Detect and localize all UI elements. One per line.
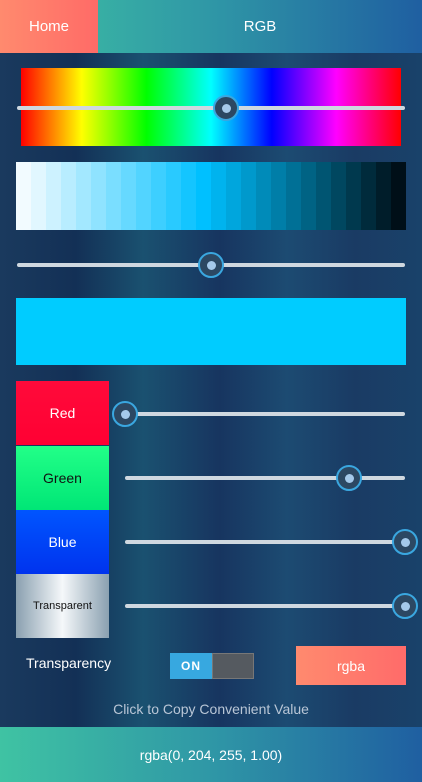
red-channel-label: Red [16, 381, 109, 445]
shade-swatch[interactable] [226, 162, 241, 230]
alpha-slider-thumb[interactable] [392, 593, 418, 619]
shade-slider-thumb[interactable] [198, 252, 224, 278]
shade-swatch[interactable] [46, 162, 61, 230]
hue-slider-thumb[interactable] [213, 95, 240, 121]
color-preview [16, 298, 406, 365]
shade-swatch[interactable] [76, 162, 91, 230]
shade-swatch[interactable] [106, 162, 121, 230]
blue-channel-label: Blue [16, 510, 109, 574]
green-channel-label: Green [16, 446, 109, 510]
shade-swatch[interactable] [31, 162, 46, 230]
shade-swatch[interactable] [241, 162, 256, 230]
home-button[interactable]: Home [0, 0, 98, 53]
shade-swatch[interactable] [316, 162, 331, 230]
shade-swatch[interactable] [361, 162, 376, 230]
blue-slider-track[interactable] [125, 540, 405, 544]
red-slider-thumb[interactable] [112, 401, 138, 427]
shade-swatch[interactable] [391, 162, 406, 230]
shade-palette[interactable] [16, 162, 406, 230]
shade-swatch[interactable] [271, 162, 286, 230]
green-slider-track[interactable] [125, 476, 405, 480]
shade-swatch[interactable] [136, 162, 151, 230]
shade-swatch[interactable] [376, 162, 391, 230]
shade-swatch[interactable] [301, 162, 316, 230]
shade-swatch[interactable] [121, 162, 136, 230]
alpha-slider-track[interactable] [125, 604, 405, 608]
transparent-channel-label: Transparent [16, 574, 109, 638]
hue-slider-track[interactable] [17, 106, 405, 110]
shade-swatch[interactable] [61, 162, 76, 230]
blue-slider-thumb[interactable] [392, 529, 418, 555]
transparency-toggle[interactable]: ON [170, 653, 254, 679]
rgba-format-button[interactable]: rgba [296, 646, 406, 685]
copy-hint: Click to Copy Convenient Value [113, 701, 309, 717]
shade-swatch[interactable] [346, 162, 361, 230]
shade-swatch[interactable] [151, 162, 166, 230]
transparency-label: Transparency [26, 655, 112, 671]
shade-swatch[interactable] [16, 162, 31, 230]
shade-swatch[interactable] [91, 162, 106, 230]
shade-swatch[interactable] [166, 162, 181, 230]
shade-swatch[interactable] [196, 162, 211, 230]
page-title: RGB [243, 18, 277, 35]
shade-swatch[interactable] [181, 162, 196, 230]
color-value-bar[interactable]: rgba(0, 204, 255, 1.00) [0, 727, 422, 782]
shade-swatch[interactable] [211, 162, 226, 230]
toggle-on-label: ON [170, 653, 212, 679]
shade-swatch[interactable] [256, 162, 271, 230]
red-slider-track[interactable] [125, 412, 405, 416]
shade-swatch[interactable] [286, 162, 301, 230]
green-slider-thumb[interactable] [336, 465, 362, 491]
shade-swatch[interactable] [331, 162, 346, 230]
toggle-knob[interactable] [212, 653, 254, 679]
